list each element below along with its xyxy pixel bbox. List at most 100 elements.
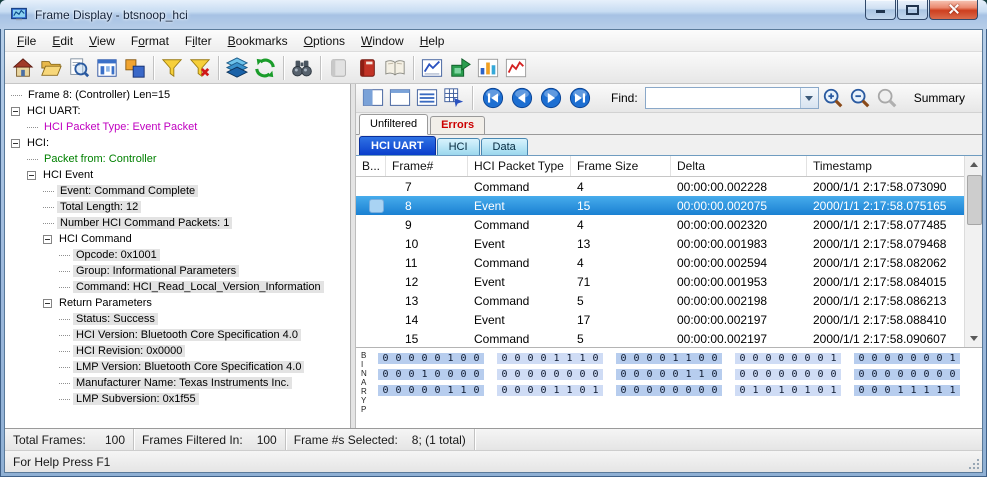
tree-item[interactable]: HCI Version: Bluetooth Core Specificatio…	[5, 327, 350, 343]
tree-collapse-icon[interactable]	[27, 170, 36, 180]
binary-byte[interactable]: 00000000	[497, 369, 603, 380]
table-row-frame-15[interactable]: 15 Command 5 00:00:00.002197 2000/1/1 2:17:5…	[356, 329, 982, 347]
binary-byte[interactable]: 00000000	[854, 369, 960, 380]
pane-split-icon[interactable]	[360, 86, 385, 111]
binary-byte[interactable]: 00000100	[378, 353, 484, 364]
timeline-chart-icon[interactable]	[418, 54, 446, 82]
tree-item[interactable]: Frame 8: (Controller) Len=15	[5, 87, 350, 103]
title-bar[interactable]: Frame Display - btsnoop_hci	[0, 0, 987, 29]
decoder-layers-icon[interactable]	[223, 54, 251, 82]
tree-item[interactable]: HCI UART:	[5, 103, 350, 119]
binary-byte[interactable]: 00001100	[616, 353, 722, 364]
scrollbar-thumb[interactable]	[967, 175, 982, 225]
column-header-timestamp[interactable]: Timestamp	[807, 156, 969, 176]
menu-item-window[interactable]: Window	[353, 32, 412, 50]
nav-prev-icon[interactable]	[508, 85, 535, 112]
menu-item-edit[interactable]: Edit	[44, 32, 81, 50]
column-header-delta[interactable]: Delta	[671, 156, 807, 176]
tab-unfiltered[interactable]: Unfiltered	[359, 114, 429, 135]
filter-error-icon[interactable]	[186, 54, 214, 82]
menu-item-bookmarks[interactable]: Bookmarks	[220, 32, 296, 50]
line-chart-red-icon[interactable]	[502, 54, 530, 82]
open-folder-icon[interactable]	[37, 54, 65, 82]
tree-item[interactable]: Return Parameters	[5, 295, 350, 311]
menu-item-help[interactable]: Help	[412, 32, 453, 50]
tree-item[interactable]: HCI Packet Type: Event Packet	[5, 119, 350, 135]
maximize-button[interactable]	[897, 0, 928, 20]
tree-item[interactable]: Opcode: 0x1001	[5, 247, 350, 263]
nav-first-icon[interactable]	[479, 85, 506, 112]
table-row-frame-11[interactable]: 11 Command 4 00:00:00.002594 2000/1/1 2:17:5…	[356, 253, 982, 272]
menu-item-options[interactable]: Options	[296, 32, 353, 50]
tree-item[interactable]: Manufacturer Name: Texas Instruments Inc…	[5, 375, 350, 391]
bar-chart-icon[interactable]	[474, 54, 502, 82]
filter-icon[interactable]	[158, 54, 186, 82]
binary-byte[interactable]: 00001110	[497, 353, 603, 364]
minimize-button[interactable]	[865, 0, 896, 20]
menu-item-file[interactable]: File	[9, 32, 44, 50]
book-disabled-icon[interactable]	[325, 54, 353, 82]
table-row-frame-8[interactable]: 8 Event 15 00:00:00.002075 2000/1/1 2:17:58.…	[356, 196, 982, 215]
binary-byte[interactable]: 00000001	[735, 353, 841, 364]
zoom-off-icon[interactable]	[875, 86, 900, 111]
close-button[interactable]	[929, 0, 978, 20]
tab-hci[interactable]: HCI	[436, 138, 480, 155]
zoom-in-icon[interactable]	[821, 86, 846, 111]
tree-item[interactable]: Group: Informational Parameters	[5, 263, 350, 279]
table-row-frame-13[interactable]: 13 Command 5 00:00:00.002198 2000/1/1 2:17:5…	[356, 291, 982, 310]
pane-list-icon[interactable]	[414, 86, 439, 111]
refresh-icon[interactable]	[251, 54, 279, 82]
signal-blocks-icon[interactable]	[121, 54, 149, 82]
tree-item[interactable]: LMP Version: Bluetooth Core Specificatio…	[5, 359, 350, 375]
menu-item-view[interactable]: View	[81, 32, 123, 50]
home-icon[interactable]	[9, 54, 37, 82]
column-header-framesize[interactable]: Frame Size	[571, 156, 671, 176]
tree-item[interactable]: HCI Command	[5, 231, 350, 247]
tree-collapse-icon[interactable]	[43, 298, 52, 308]
binary-byte[interactable]: 00000001	[854, 353, 960, 364]
table-row-frame-10[interactable]: 10 Event 13 00:00:00.001983 2000/1/1 2:17:58…	[356, 234, 982, 253]
vertical-scrollbar[interactable]	[964, 156, 982, 347]
column-header-b[interactable]: B...	[356, 156, 386, 176]
column-header-hcipackettype[interactable]: HCI Packet Type	[468, 156, 571, 176]
frame-display-icon[interactable]	[93, 54, 121, 82]
zoom-out-icon[interactable]	[848, 86, 873, 111]
table-row-frame-12[interactable]: 12 Event 71 00:00:00.001953 2000/1/1 2:17:58…	[356, 272, 982, 291]
table-row-frame-14[interactable]: 14 Event 17 00:00:00.002197 2000/1/1 2:17:58…	[356, 310, 982, 329]
table-row-frame-9[interactable]: 9 Command 4 00:00:00.002320 2000/1/1 2:17:58…	[356, 215, 982, 234]
menu-item-format[interactable]: Format	[123, 32, 177, 50]
tree-item[interactable]: HCI Revision: 0x0000	[5, 343, 350, 359]
column-header-frame#[interactable]: Frame#	[386, 156, 468, 176]
tab-data[interactable]: Data	[480, 138, 528, 155]
goto-frame-icon[interactable]	[441, 86, 466, 111]
tree-item[interactable]: LMP Subversion: 0x1f55	[5, 391, 350, 407]
binary-byte[interactable]: 00000110	[616, 369, 722, 380]
tab-hci-uart[interactable]: HCI UART	[359, 136, 436, 155]
tree-item[interactable]: Event: Command Complete	[5, 183, 350, 199]
tab-errors[interactable]: Errors	[430, 116, 486, 134]
tree-collapse-icon[interactable]	[11, 106, 20, 116]
tree-item[interactable]: HCI Event	[5, 167, 350, 183]
tree-item[interactable]: Number HCI Command Packets: 1	[5, 215, 350, 231]
table-row-frame-7[interactable]: 7 Command 4 00:00:00.002228 2000/1/1 2:17:58…	[356, 177, 982, 196]
binary-byte[interactable]: 01010101	[735, 385, 841, 396]
scroll-up-button[interactable]	[965, 156, 982, 173]
menu-item-filter[interactable]: Filter	[177, 32, 220, 50]
tree-item[interactable]: Packet from: Controller	[5, 151, 350, 167]
tree-item[interactable]: Status: Success	[5, 311, 350, 327]
find-input[interactable]	[645, 88, 800, 108]
binary-byte[interactable]: 00000000	[616, 385, 722, 396]
pane-blank-icon[interactable]	[387, 86, 412, 111]
find-binoculars-icon[interactable]	[288, 54, 316, 82]
find-dropdown-button[interactable]	[799, 88, 818, 108]
capture-green-icon[interactable]	[446, 54, 474, 82]
binary-byte[interactable]: 00001101	[497, 385, 603, 396]
scroll-down-button[interactable]	[965, 330, 982, 347]
binary-byte[interactable]: 00010000	[378, 369, 484, 380]
search-doc-icon[interactable]	[65, 54, 93, 82]
tree-collapse-icon[interactable]	[43, 234, 52, 244]
tree-item[interactable]: HCI:	[5, 135, 350, 151]
nav-next-icon[interactable]	[537, 85, 564, 112]
tree-item[interactable]: Command: HCI_Read_Local_Version_Informat…	[5, 279, 350, 295]
book-open-icon[interactable]	[381, 54, 409, 82]
